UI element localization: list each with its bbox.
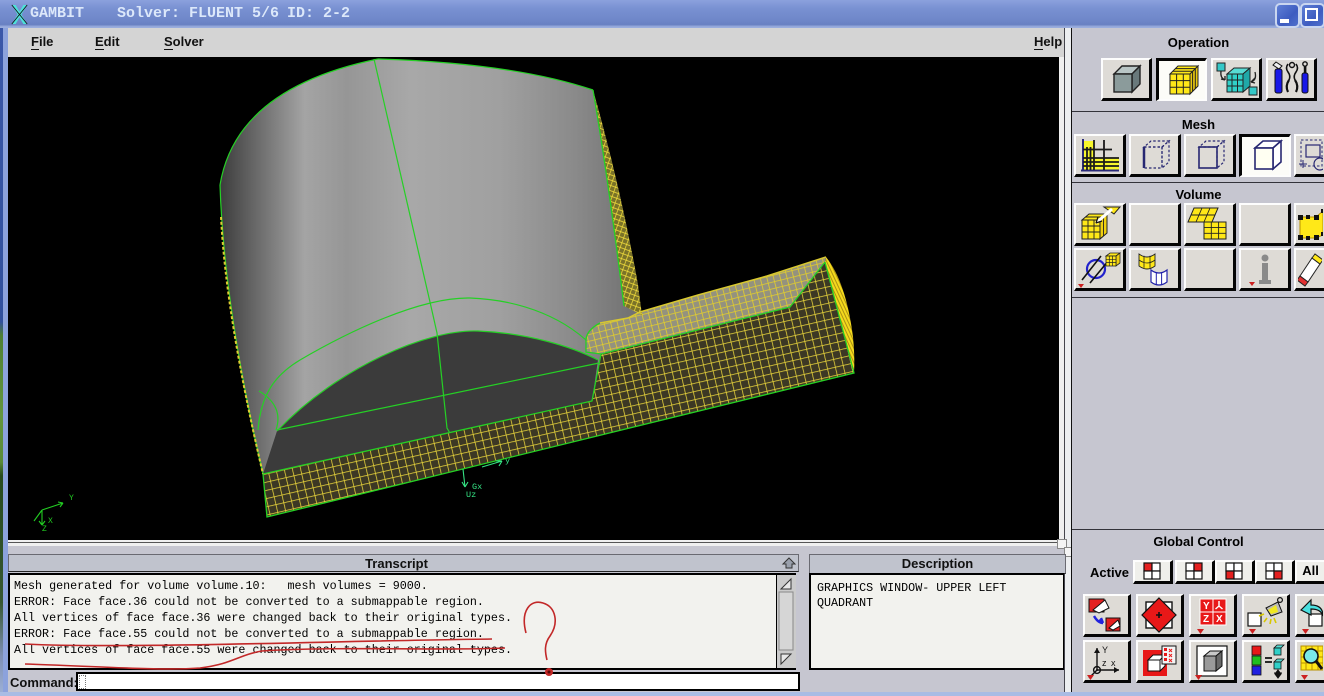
- svg-text:z: z: [1102, 658, 1107, 668]
- svg-text:Y: Y: [1102, 645, 1108, 655]
- svg-text:Y: Y: [1203, 601, 1210, 612]
- svg-text:Z: Z: [1203, 614, 1209, 625]
- svg-text:X: X: [1216, 614, 1223, 625]
- svg-text:x: x: [1111, 658, 1116, 668]
